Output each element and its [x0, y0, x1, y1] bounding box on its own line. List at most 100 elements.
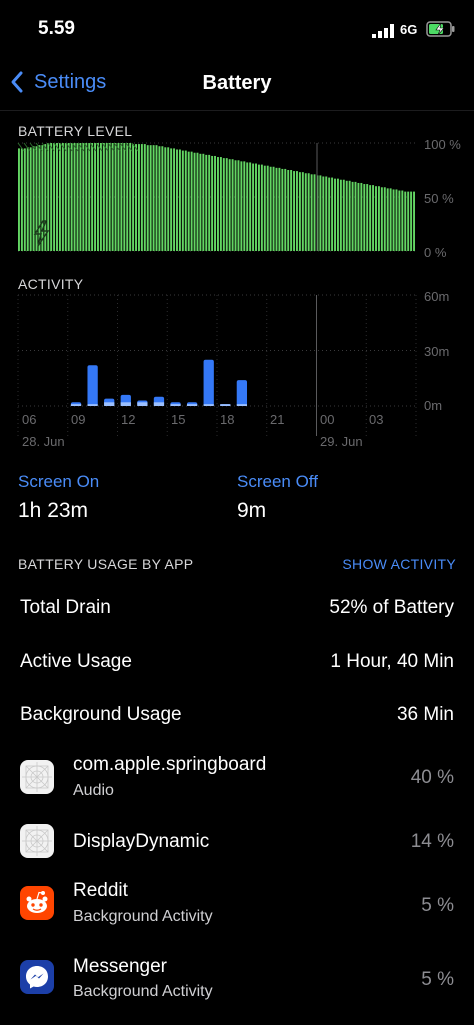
battery-bar: [357, 182, 360, 251]
screen-off-label: Screen Off: [237, 472, 318, 491]
battery-bar: [266, 165, 269, 251]
battery-bar: [234, 160, 237, 251]
battery-axis-100: 100 %: [424, 137, 461, 152]
activity-bar: [87, 365, 98, 406]
battery-bar: [102, 143, 105, 251]
battery-bar: [158, 146, 161, 251]
battery-bar: [293, 171, 296, 251]
placeholder-app-icon: [20, 760, 54, 794]
battery-bar: [348, 180, 351, 251]
battery-bar: [146, 145, 149, 251]
app-name: DisplayDynamic: [73, 831, 210, 852]
battery-bar: [129, 143, 132, 251]
battery-bar: [108, 143, 111, 251]
battery-bar: [322, 176, 325, 251]
battery-bar: [18, 148, 20, 251]
battery-bar: [325, 176, 328, 251]
battery-bar: [208, 154, 211, 251]
battery-bar: [176, 149, 178, 251]
battery-bar: [413, 191, 415, 251]
app-name: Reddit: [73, 880, 128, 901]
hour-label: 12: [121, 412, 136, 427]
battery-bar: [23, 148, 26, 251]
battery-bar: [205, 154, 208, 251]
screen-on-label: Screen On: [18, 472, 100, 491]
battery-bar: [132, 144, 135, 251]
signal-icon: [372, 24, 394, 38]
battery-bar: [407, 191, 410, 251]
battery-bar: [404, 191, 407, 251]
battery-bar: [336, 178, 339, 251]
battery-bar: [228, 159, 231, 251]
battery-level-chart: [17, 142, 416, 252]
app-row-messenger[interactable]: Messenger Background Activity 5 %: [0, 950, 474, 1012]
battery-bar: [20, 148, 23, 251]
app-subtitle: Background Activity: [73, 983, 213, 1000]
battery-bar: [149, 145, 152, 251]
battery-bar: [61, 143, 64, 251]
battery-charging-icon: [426, 21, 456, 37]
activity-bar: [236, 380, 248, 406]
hour-label: 21: [270, 412, 285, 427]
battery-bar: [252, 163, 255, 251]
battery-bar: [392, 189, 395, 251]
battery-bar: [284, 168, 287, 251]
battery-bar: [105, 143, 108, 251]
hour-label: 00: [320, 412, 335, 427]
show-activity-button[interactable]: SHOW ACTIVITY: [342, 556, 456, 572]
battery-bar: [140, 144, 143, 251]
battery-bar: [386, 188, 389, 251]
battery-bar: [193, 152, 196, 251]
battery-bar: [334, 178, 336, 251]
battery-bar: [164, 147, 167, 251]
battery-bar: [91, 143, 94, 251]
battery-bar: [307, 173, 310, 251]
battery-bar: [246, 162, 249, 251]
battery-bar: [64, 143, 67, 251]
battery-bar: [214, 155, 216, 251]
battery-bar: [331, 177, 334, 251]
battery-bar: [389, 188, 392, 251]
hour-label: 15: [171, 412, 186, 427]
nav-divider: [0, 110, 474, 111]
battery-bar: [255, 163, 257, 251]
battery-bar: [29, 147, 32, 251]
background-usage-value: 36 Min: [396, 704, 454, 725]
battery-bar: [410, 191, 413, 251]
activity-bar-background: [186, 404, 198, 406]
battery-bar: [120, 143, 123, 251]
app-percent: 5 %: [421, 969, 454, 990]
battery-bar: [375, 186, 377, 251]
battery-bar: [304, 173, 307, 251]
page-title: Battery: [202, 72, 272, 94]
battery-bar: [123, 143, 126, 251]
network-type: 6G: [400, 22, 418, 37]
battery-bar: [178, 149, 181, 251]
app-subtitle: Audio: [73, 782, 114, 799]
battery-bar: [240, 161, 243, 251]
app-subtitle: Background Activity: [73, 908, 213, 925]
battery-bar: [111, 143, 114, 251]
activity-axis-30: 30m: [424, 344, 450, 359]
total-drain-value: 52% of Battery: [329, 597, 454, 618]
activity-bar-background: [87, 404, 98, 406]
battery-axis-50: 50 %: [424, 191, 454, 206]
battery-bar: [287, 170, 290, 251]
battery-bar: [269, 166, 272, 251]
battery-bar: [290, 170, 293, 251]
date-label: 28. Jun: [22, 434, 65, 449]
app-row-springboard[interactable]: com.apple.springboard Audio 40 %: [0, 748, 474, 808]
battery-bar: [354, 181, 357, 251]
status-time: 5.59: [38, 18, 75, 39]
battery-bar: [67, 143, 70, 251]
battery-bar: [161, 146, 164, 251]
battery-bar: [257, 164, 260, 251]
app-row-displaydynamic[interactable]: DisplayDynamic 14 %: [0, 812, 474, 872]
battery-bar: [363, 184, 366, 251]
date-label: 29. Jun: [320, 434, 363, 449]
app-row-reddit[interactable]: Reddit Background Activity 5 %: [0, 874, 474, 936]
app-name: com.apple.springboard: [73, 754, 267, 775]
battery-bar: [202, 153, 205, 251]
screen-off-value: 9m: [237, 499, 267, 522]
battery-bar: [231, 159, 234, 251]
